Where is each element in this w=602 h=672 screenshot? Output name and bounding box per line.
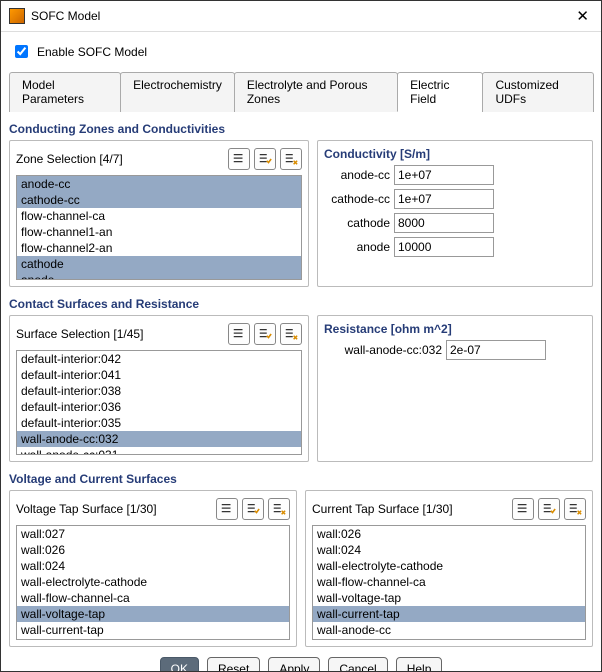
current-tap-panel: Current Tap Surface [1/30] wall:026wall:… <box>305 490 593 647</box>
section-contact-title: Contact Surfaces and Resistance <box>9 297 593 311</box>
titlebar: SOFC Model ✕ <box>1 1 601 32</box>
deselect-icon[interactable] <box>268 498 290 520</box>
tab-customized-udfs[interactable]: Customized UDFs <box>482 72 594 112</box>
list-item[interactable]: wall:027 <box>17 526 289 542</box>
button-bar: OK Reset Apply Cancel Help <box>9 647 593 671</box>
deselect-icon[interactable] <box>280 148 302 170</box>
select-all-icon[interactable] <box>228 148 250 170</box>
list-item[interactable]: wall-anode-cc:031 <box>17 447 301 455</box>
surface-listbox[interactable]: default-interior:042default-interior:041… <box>16 350 302 455</box>
field-label: cathode-cc <box>324 192 390 206</box>
field-label: anode-cc <box>324 168 390 182</box>
field-label: wall-anode-cc:032 <box>324 343 442 357</box>
voltage-tap-panel: Voltage Tap Surface [1/30] wall:027wall:… <box>9 490 297 647</box>
list-item[interactable]: default-interior:042 <box>17 351 301 367</box>
value-input[interactable] <box>394 213 494 233</box>
select-all-icon[interactable] <box>216 498 238 520</box>
value-input[interactable] <box>394 165 494 185</box>
enable-sofc-checkbox[interactable]: Enable SOFC Model <box>9 36 593 71</box>
zone-selection-label: Zone Selection [4/7] <box>16 152 123 166</box>
zone-selection-panel: Zone Selection [4/7] anode-cccathode-ccf… <box>9 140 309 287</box>
enable-sofc-label: Enable SOFC Model <box>37 45 147 59</box>
tab-model-parameters[interactable]: Model Parameters <box>9 72 121 112</box>
deselect-icon[interactable] <box>280 323 302 345</box>
tab-electrolyte-and-porous-zones[interactable]: Electrolyte and Porous Zones <box>234 72 398 112</box>
dialog-window: SOFC Model ✕ Enable SOFC Model Model Par… <box>0 0 602 672</box>
current-listbox[interactable]: wall:026wall:024wall-electrolyte-cathode… <box>312 525 586 640</box>
list-item[interactable]: default-interior:036 <box>17 399 301 415</box>
ok-button[interactable]: OK <box>160 657 199 671</box>
cancel-button[interactable]: Cancel <box>328 657 387 671</box>
apply-button[interactable]: Apply <box>268 657 320 671</box>
section-voltage-title: Voltage and Current Surfaces <box>9 472 593 486</box>
zone-listbox[interactable]: anode-cccathode-ccflow-channel-caflow-ch… <box>16 175 302 280</box>
list-item[interactable]: wall-current-tap <box>313 606 585 622</box>
tab-electrochemistry[interactable]: Electrochemistry <box>120 72 235 112</box>
select-check-icon[interactable] <box>538 498 560 520</box>
help-button[interactable]: Help <box>396 657 443 671</box>
list-item[interactable]: wall:026 <box>17 542 289 558</box>
list-item[interactable]: wall-anode-cc:032 <box>17 431 301 447</box>
list-item[interactable]: wall-current-tap <box>17 622 289 638</box>
conductivity-panel: Conductivity [S/m] anode-cc cathode-cc cat… <box>317 140 593 287</box>
value-input[interactable] <box>446 340 546 360</box>
list-item[interactable]: flow-channel2-an <box>17 240 301 256</box>
list-item[interactable]: cathode <box>17 256 301 272</box>
list-item[interactable]: cathode-cc <box>17 192 301 208</box>
content-area: Enable SOFC Model Model ParametersElectr… <box>1 32 601 671</box>
list-item[interactable]: default-interior:035 <box>17 415 301 431</box>
voltage-listbox[interactable]: wall:027wall:026wall:024wall-electrolyte… <box>16 525 290 640</box>
conductivity-label: Conductivity [S/m] <box>324 147 586 161</box>
close-icon[interactable]: ✕ <box>572 7 593 25</box>
field-label: anode <box>324 240 390 254</box>
list-item[interactable]: anode-cc <box>17 176 301 192</box>
list-item[interactable]: flow-channel-ca <box>17 208 301 224</box>
list-item[interactable]: wall-electrolyte-cathode <box>17 574 289 590</box>
select-check-icon[interactable] <box>242 498 264 520</box>
voltage-tap-label: Voltage Tap Surface [1/30] <box>16 502 157 516</box>
enable-sofc-checkbox-input[interactable] <box>15 45 28 58</box>
list-item[interactable]: wall-flow-channel-ca <box>313 574 585 590</box>
list-item[interactable]: flow-channel1-an <box>17 224 301 240</box>
list-item[interactable]: wall-flow-channel-ca <box>17 590 289 606</box>
list-item[interactable]: wall:024 <box>313 542 585 558</box>
select-all-icon[interactable] <box>512 498 534 520</box>
list-item[interactable]: wall:024 <box>17 558 289 574</box>
select-check-icon[interactable] <box>254 323 276 345</box>
current-tap-label: Current Tap Surface [1/30] <box>312 502 453 516</box>
surface-selection-label: Surface Selection [1/45] <box>16 327 143 341</box>
list-item[interactable]: wall-anode-cc <box>313 622 585 638</box>
list-item[interactable]: wall:026 <box>313 526 585 542</box>
select-all-icon[interactable] <box>228 323 250 345</box>
deselect-icon[interactable] <box>564 498 586 520</box>
tab-bar: Model ParametersElectrochemistryElectrol… <box>9 71 593 112</box>
window-title: SOFC Model <box>31 9 572 23</box>
list-item[interactable]: wall-voltage-tap <box>17 606 289 622</box>
value-input[interactable] <box>394 237 494 257</box>
list-item[interactable]: wall-voltage-tap <box>313 590 585 606</box>
resistance-panel: Resistance [ohm m^2] wall-anode-cc:032 <box>317 315 593 462</box>
resistance-label: Resistance [ohm m^2] <box>324 322 586 336</box>
select-check-icon[interactable] <box>254 148 276 170</box>
list-item[interactable]: wall-electrolyte-cathode <box>313 558 585 574</box>
surface-selection-panel: Surface Selection [1/45] default-interio… <box>9 315 309 462</box>
list-item[interactable]: default-interior:041 <box>17 367 301 383</box>
section-zones-title: Conducting Zones and Conductivities <box>9 122 593 136</box>
value-input[interactable] <box>394 189 494 209</box>
field-label: cathode <box>324 216 390 230</box>
list-item[interactable]: default-interior:038 <box>17 383 301 399</box>
list-item[interactable]: anode <box>17 272 301 280</box>
tab-electric-field[interactable]: Electric Field <box>397 72 483 112</box>
app-icon <box>9 8 25 24</box>
reset-button[interactable]: Reset <box>207 657 260 671</box>
